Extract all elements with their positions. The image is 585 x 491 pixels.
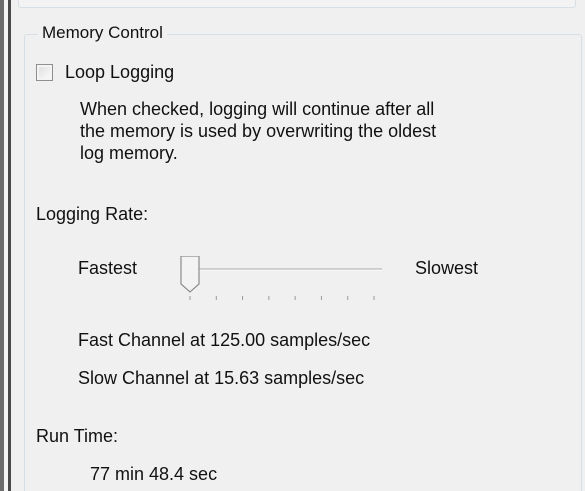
slider-ticks	[189, 296, 375, 300]
slow-channel-rate: Slow Channel at 15.63 samples/sec	[78, 368, 365, 388]
description-line: log memory.	[80, 143, 178, 163]
loop-logging-checkbox[interactable]	[36, 64, 53, 81]
description-line: the memory is used by overwriting the ol…	[80, 121, 437, 141]
loop-logging-checkbox-row[interactable]: Loop Logging	[36, 62, 174, 83]
window-border-inner	[8, 0, 11, 491]
run-time-label: Run Time:	[36, 426, 119, 446]
logging-rate-label: Logging Rate:	[36, 204, 149, 224]
loop-logging-label[interactable]: Loop Logging	[65, 62, 174, 83]
memory-control-panel: Memory Control Loop Logging When checked…	[0, 0, 585, 491]
slider-track	[182, 268, 382, 271]
slider-thumb[interactable]	[180, 256, 200, 293]
run-time-value: 77 min 48.4 sec	[90, 464, 218, 484]
previous-groupbox-edge	[18, 0, 576, 8]
fast-channel-rate: Fast Channel at 125.00 samples/sec	[78, 330, 371, 350]
slider-max-label: Slowest	[415, 258, 479, 278]
slider-min-label: Fastest	[78, 258, 138, 278]
groupbox-title: Memory Control	[38, 23, 167, 43]
logging-rate-slider[interactable]	[178, 256, 386, 308]
description-line: When checked, logging will continue afte…	[80, 99, 435, 119]
loop-logging-description: When checked, logging will continue afte…	[80, 98, 520, 164]
